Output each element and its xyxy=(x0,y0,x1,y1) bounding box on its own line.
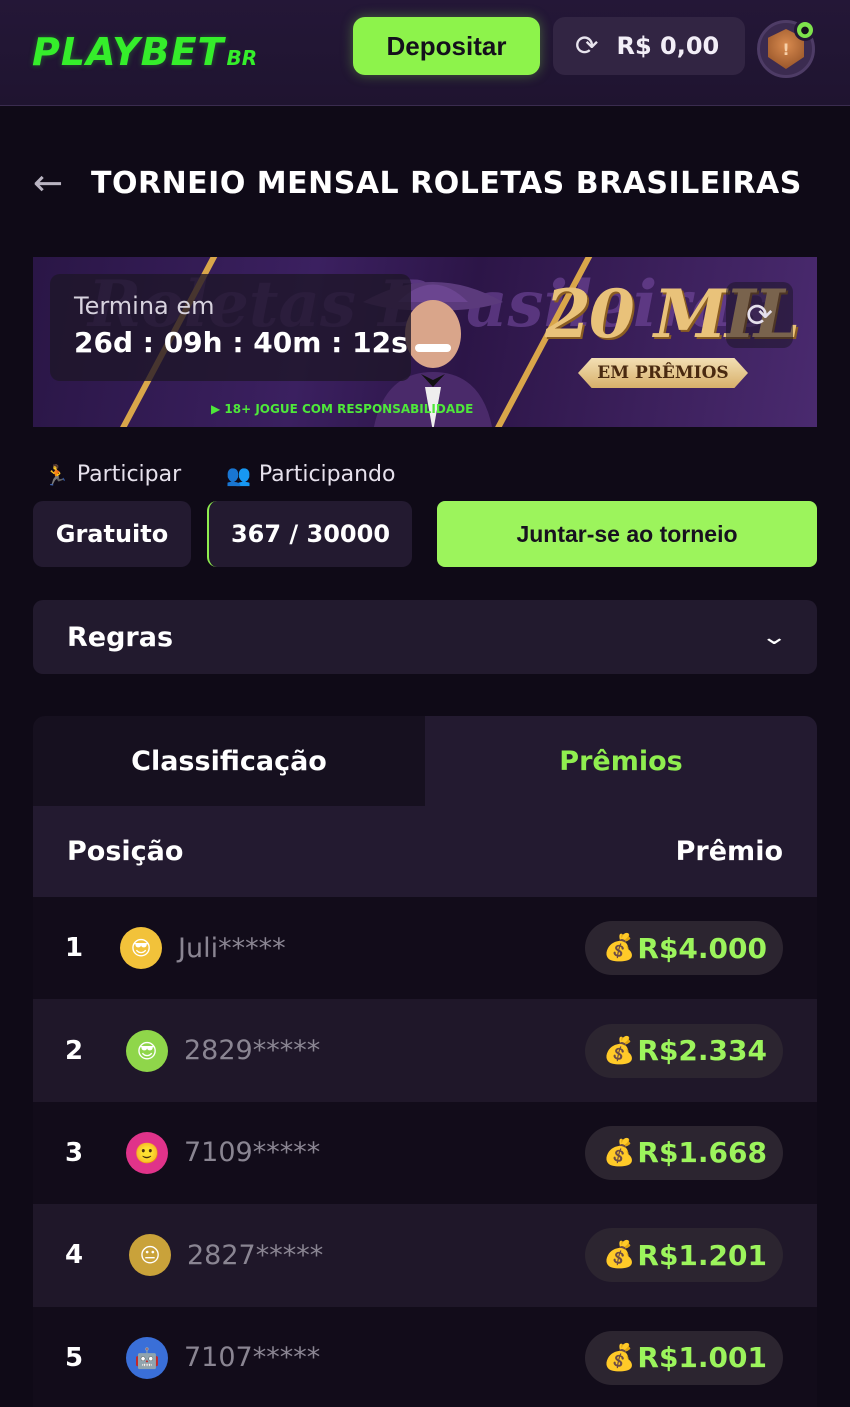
banner-disclaimer: ▶ 18+ JOGUE COM RESPONSABILIDADE xyxy=(211,402,474,416)
countdown-panel: Termina em 26d : 09h : 40m : 12s xyxy=(50,274,411,381)
disclaimer-text: 18+ JOGUE COM RESPONSABILIDADE xyxy=(224,402,474,416)
player-avatar: 😎 xyxy=(126,1029,168,1072)
tab-bar: Classificação Prêmios xyxy=(33,716,817,806)
refresh-balance-icon[interactable]: ⟳ xyxy=(575,32,598,60)
player-name: 2829***** xyxy=(184,1035,321,1067)
money-bag-icon: 💰 xyxy=(603,1342,636,1373)
player-avatar: 🙂 xyxy=(126,1131,168,1174)
player-avatar: 🤖 xyxy=(126,1336,168,1379)
balance-widget[interactable]: ⟳ R$ 0,00 xyxy=(553,17,745,75)
logo-text: PLAYBET xyxy=(32,30,225,74)
entry-fee-value: Gratuito xyxy=(33,501,191,567)
online-status-icon: ● xyxy=(794,19,816,41)
prize-badge: 💰 R$1.001 xyxy=(585,1330,783,1385)
table-row: 2 😎 2829***** 💰 R$2.334 xyxy=(33,999,817,1102)
tab-classification[interactable]: Classificação xyxy=(33,716,425,806)
column-prize: Prêmio xyxy=(675,836,783,867)
player-avatar: 😎 xyxy=(120,927,162,970)
rules-label: Regras xyxy=(67,621,174,653)
money-bag-icon: 💰 xyxy=(603,933,636,964)
money-bag-icon: 💰 xyxy=(603,1035,636,1066)
player-name: 2827***** xyxy=(187,1239,324,1271)
table-row: 1 😎 Juli***** 💰 R$4.000 xyxy=(33,897,817,1000)
row-rank: 1 xyxy=(65,933,84,964)
tab-prizes[interactable]: Prêmios xyxy=(425,716,817,806)
refresh-icon[interactable]: ⟳ xyxy=(726,282,793,348)
row-rank: 4 xyxy=(65,1240,84,1271)
user-avatar[interactable]: ! ● xyxy=(757,19,816,78)
join-tournament-button[interactable]: Juntar-se ao torneio xyxy=(437,501,817,567)
prize-amount: R$1.001 xyxy=(637,1341,767,1375)
table-row: 3 🙂 7109***** 💰 R$1.668 xyxy=(33,1101,817,1205)
banner-prize-subtitle: EM PRÊMIOS xyxy=(578,358,748,388)
running-person-icon: 🏃 xyxy=(44,462,69,487)
participating-label: 👥 Participando xyxy=(226,462,395,487)
row-rank: 2 xyxy=(65,1035,84,1066)
prize-badge: 💰 R$1.668 xyxy=(585,1125,783,1180)
users-icon: 👥 xyxy=(226,462,251,487)
chevron-down-icon: ⌄ xyxy=(759,624,788,650)
balance-amount: R$ 0,00 xyxy=(616,32,720,60)
prize-badge: 💰 R$1.201 xyxy=(585,1228,783,1283)
table-row: 4 😐 2827***** 💰 R$1.201 xyxy=(33,1204,817,1307)
countdown-timer: 26d : 09h : 40m : 12s xyxy=(74,326,408,359)
money-bag-icon: 💰 xyxy=(603,1137,636,1168)
countdown-label: Termina em xyxy=(74,292,215,320)
rules-accordion[interactable]: Regras ⌄ xyxy=(33,600,817,674)
player-avatar: 😐 xyxy=(129,1234,171,1277)
prize-amount: R$2.334 xyxy=(637,1034,767,1068)
participate-label: 🏃 Participar xyxy=(44,462,181,487)
prize-amount: R$1.201 xyxy=(637,1238,767,1272)
row-rank: 5 xyxy=(65,1342,84,1373)
money-bag-icon: 💰 xyxy=(603,1240,636,1271)
table-header: Posição Prêmio xyxy=(33,806,817,897)
deposit-button[interactable]: Depositar xyxy=(353,17,540,75)
playbet-logo[interactable]: PLAYBET BR xyxy=(32,28,257,72)
top-bar: PLAYBET BR Depositar ⟳ R$ 0,00 ! ● xyxy=(0,0,850,106)
player-name: 7109***** xyxy=(184,1137,321,1169)
prizes-table: Posição Prêmio 1 😎 Juli***** 💰 R$4.000 2 … xyxy=(33,806,817,1407)
prize-badge: 💰 R$4.000 xyxy=(585,921,783,976)
participating-text: Participando xyxy=(258,462,396,487)
player-name: Juli***** xyxy=(178,932,286,964)
participants-count: 367 / 30000 xyxy=(207,501,412,567)
logo-suffix: BR xyxy=(226,46,258,70)
page-title: TORNEIO MENSAL ROLETAS BRASILEIRAS xyxy=(91,166,802,201)
back-arrow-icon[interactable]: ← xyxy=(33,164,63,204)
table-row: 5 🤖 7107***** 💰 R$1.001 xyxy=(33,1306,817,1407)
player-name: 7107***** xyxy=(184,1342,321,1374)
prize-badge: 💰 R$2.334 xyxy=(585,1023,783,1078)
prize-amount: R$4.000 xyxy=(637,931,767,965)
row-rank: 3 xyxy=(65,1137,84,1168)
column-position: Posição xyxy=(67,836,184,867)
participate-text: Participar xyxy=(76,462,182,487)
prize-amount: R$1.668 xyxy=(637,1136,767,1170)
